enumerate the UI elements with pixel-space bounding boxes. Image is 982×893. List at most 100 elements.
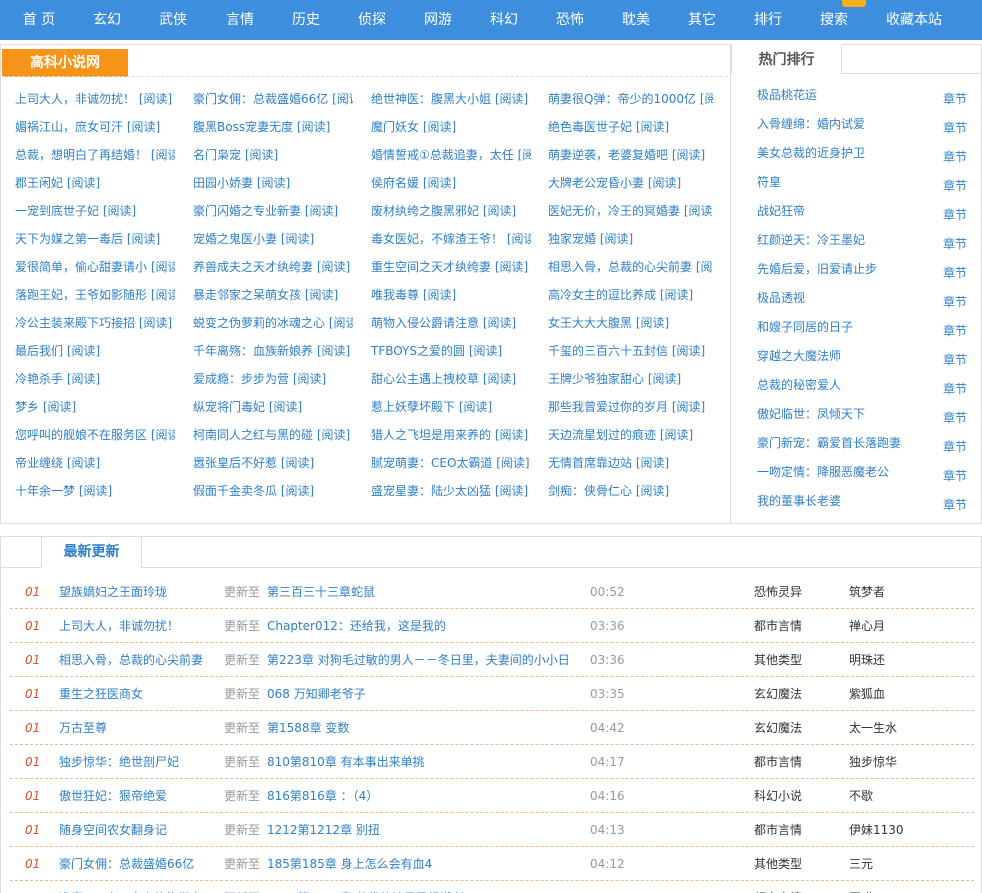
hot-title-link[interactable]: 总裁的秘密爱人 bbox=[757, 378, 841, 392]
read-link[interactable]: [阅读] bbox=[459, 400, 492, 414]
book-title-link[interactable]: 豪门闪婚之专业新妻 bbox=[193, 204, 301, 218]
book-title-link[interactable]: 假面千金卖冬瓜 bbox=[193, 484, 277, 498]
book-title-link[interactable]: 您呼叫的舰娘不在服务区 bbox=[15, 428, 147, 442]
book-title-link[interactable]: 傲世狂妃：狠帝绝爱 bbox=[59, 779, 167, 813]
read-link[interactable]: [阅读] bbox=[245, 148, 278, 162]
chapter-link[interactable]: 1041第1041章 苏优的娃早已经搬兴 bbox=[267, 881, 587, 893]
hot-title-link[interactable]: 我的董事长老婆 bbox=[757, 494, 841, 508]
book-title-link[interactable]: 魔门妖女 bbox=[371, 120, 419, 134]
book-title-link[interactable]: 萌物入侵公爵请注意 bbox=[371, 316, 479, 330]
read-link[interactable]: [阅读] bbox=[423, 176, 456, 190]
read-link[interactable]: [阅读] bbox=[696, 260, 713, 274]
book-title-link[interactable]: 十年余一梦 bbox=[15, 484, 75, 498]
chapter-link[interactable]: 810第810章 有本事出来单挑 bbox=[267, 745, 587, 779]
chapter-link[interactable]: 第三百三十三章蛇鼠 bbox=[267, 575, 587, 609]
nav-item-11[interactable]: 排行 bbox=[753, 0, 783, 40]
read-link[interactable]: [阅读] bbox=[496, 456, 529, 470]
nav-item-0[interactable]: 首 页 bbox=[20, 0, 58, 40]
read-link[interactable]: [阅读] bbox=[423, 288, 456, 302]
book-title-link[interactable]: 帝业缠绕 bbox=[15, 456, 63, 470]
read-link[interactable]: [阅读] bbox=[151, 428, 175, 442]
read-link[interactable]: [阅读] bbox=[317, 260, 350, 274]
read-link[interactable]: [阅读] bbox=[600, 232, 633, 246]
read-link[interactable]: [阅读] bbox=[67, 456, 100, 470]
read-link[interactable]: [阅读] bbox=[305, 204, 338, 218]
book-title-link[interactable]: 郡王闲妃 bbox=[15, 176, 63, 190]
read-link[interactable]: [阅读] bbox=[636, 120, 669, 134]
read-link[interactable]: [阅读] bbox=[317, 344, 350, 358]
read-link[interactable]: [阅读] bbox=[305, 288, 338, 302]
nav-item-12[interactable]: 搜索 bbox=[819, 0, 849, 40]
read-link[interactable]: [阅读] bbox=[483, 204, 516, 218]
read-link[interactable]: [阅读] bbox=[151, 148, 175, 162]
book-title-link[interactable]: 爱成瘾：步步为营 bbox=[193, 372, 289, 386]
chapter-link[interactable]: 068 万知卿老爷子 bbox=[267, 677, 587, 711]
hot-title-link[interactable]: 极品桃花运 bbox=[757, 88, 817, 102]
read-link[interactable]: [阅读] bbox=[317, 428, 350, 442]
book-title-link[interactable]: 蜕变之伪萝莉的冰魂之心 bbox=[193, 316, 325, 330]
book-title-link[interactable]: 万古至尊 bbox=[59, 711, 107, 745]
read-link[interactable]: [阅读] bbox=[67, 344, 100, 358]
book-title-link[interactable]: 无情首席靠边站 bbox=[548, 456, 632, 470]
hot-title-link[interactable]: 穿越之大魔法师 bbox=[757, 349, 841, 363]
book-title-link[interactable]: 随身空间农女翻身记 bbox=[59, 813, 167, 847]
tab-hot-ranking[interactable]: 热门排行 bbox=[731, 44, 842, 74]
book-title-link[interactable]: 绝色毒医世子妃 bbox=[548, 120, 632, 134]
book-title-link[interactable]: 暴走邻家之呆萌女孩 bbox=[193, 288, 301, 302]
book-title-link[interactable]: 萌妻逆袭，老婆复婚吧 bbox=[548, 148, 668, 162]
book-title-link[interactable]: 惹上妖孽坏殿下 bbox=[371, 400, 455, 414]
book-title-link[interactable]: 毒女医妃，不嫁渣王爷！ bbox=[371, 232, 503, 246]
chapter-link[interactable]: 章节 bbox=[943, 436, 967, 458]
book-title-link[interactable]: 纵宠将门毒妃 bbox=[193, 400, 265, 414]
read-link[interactable]: [阅读] bbox=[495, 92, 528, 106]
read-link[interactable]: [阅读] bbox=[127, 232, 160, 246]
book-title-link[interactable]: 腻宠萌妻：CEO太霸道 bbox=[371, 456, 492, 470]
chapter-link[interactable]: 章节 bbox=[943, 262, 967, 284]
hot-title-link[interactable]: 先婚后爱，旧爱请止步 bbox=[757, 262, 877, 276]
book-title-link[interactable]: 名门枭宠 bbox=[193, 148, 241, 162]
chapter-link[interactable]: 章节 bbox=[943, 146, 967, 168]
book-title-link[interactable]: 上司大人，非诚勿扰！ bbox=[15, 92, 135, 106]
nav-item-5[interactable]: 侦探 bbox=[357, 0, 387, 40]
read-link[interactable]: [阅读] bbox=[660, 428, 693, 442]
read-link[interactable]: [阅读] bbox=[67, 176, 100, 190]
read-link[interactable]: [阅读] bbox=[660, 288, 693, 302]
read-link[interactable]: [阅读] bbox=[495, 428, 528, 442]
read-link[interactable]: [阅读] bbox=[79, 484, 112, 498]
nav-item-6[interactable]: 网游 bbox=[423, 0, 453, 40]
book-title-link[interactable]: 冷艳杀手 bbox=[15, 372, 63, 386]
book-title-link[interactable]: 婚情誓戒①总裁追妻，太任 bbox=[371, 148, 514, 162]
book-title-link[interactable]: 相思入骨，总裁的心尖前妻 bbox=[59, 643, 203, 677]
read-link[interactable]: [阅读] bbox=[297, 120, 330, 134]
read-link[interactable]: [阅读] bbox=[151, 260, 175, 274]
read-link[interactable]: [阅读] bbox=[672, 344, 705, 358]
book-title-link[interactable]: 高冷女主的逗比养成 bbox=[548, 288, 656, 302]
book-title-link[interactable]: 天下为媒之第一毒后 bbox=[15, 232, 123, 246]
book-title-link[interactable]: 天边流星划过的痕迹 bbox=[548, 428, 656, 442]
hot-title-link[interactable]: 和嫂子同居的日子 bbox=[757, 320, 853, 334]
read-link[interactable]: [阅读] bbox=[636, 316, 669, 330]
chapter-link[interactable]: 816第816章 ：（4） bbox=[267, 779, 587, 813]
read-link[interactable]: [阅读] bbox=[281, 484, 314, 498]
read-link[interactable]: [阅读] bbox=[672, 400, 705, 414]
read-link[interactable]: [阅读] bbox=[495, 260, 528, 274]
book-title-link[interactable]: 柯南同人之红与黑的碰 bbox=[193, 428, 313, 442]
book-title-link[interactable]: 梦乡 bbox=[15, 400, 39, 414]
read-link[interactable]: [阅读] bbox=[139, 316, 172, 330]
hot-title-link[interactable]: 傲妃临世：凤倾天下 bbox=[757, 407, 865, 421]
book-title-link[interactable]: 重生空间之天才纨绔妻 bbox=[371, 260, 491, 274]
chapter-link[interactable]: Chapter012：还给我，这是我的 bbox=[267, 609, 587, 643]
read-link[interactable]: [阅读] bbox=[281, 232, 314, 246]
book-title-link[interactable]: 落跑王妃，王爷如影随形 bbox=[15, 288, 147, 302]
book-title-link[interactable]: 宠婚之鬼医小妻 bbox=[193, 232, 277, 246]
book-title-link[interactable]: 女王大大大腹黑 bbox=[548, 316, 632, 330]
book-title-link[interactable]: 唯我毒尊 bbox=[371, 288, 419, 302]
nav-item-10[interactable]: 其它 bbox=[687, 0, 717, 40]
book-title-link[interactable]: 绝世神医：腹黑大小姐 bbox=[371, 92, 491, 106]
nav-item-1[interactable]: 玄幻 bbox=[92, 0, 122, 40]
read-link[interactable]: [阅读] bbox=[648, 372, 681, 386]
chapter-link[interactable]: 章节 bbox=[943, 233, 967, 255]
book-title-link[interactable]: 那些我曾爱过你的岁月 bbox=[548, 400, 668, 414]
chapter-link[interactable]: 第1588章 变数 bbox=[267, 711, 587, 745]
read-link[interactable]: [阅读] bbox=[700, 92, 713, 106]
